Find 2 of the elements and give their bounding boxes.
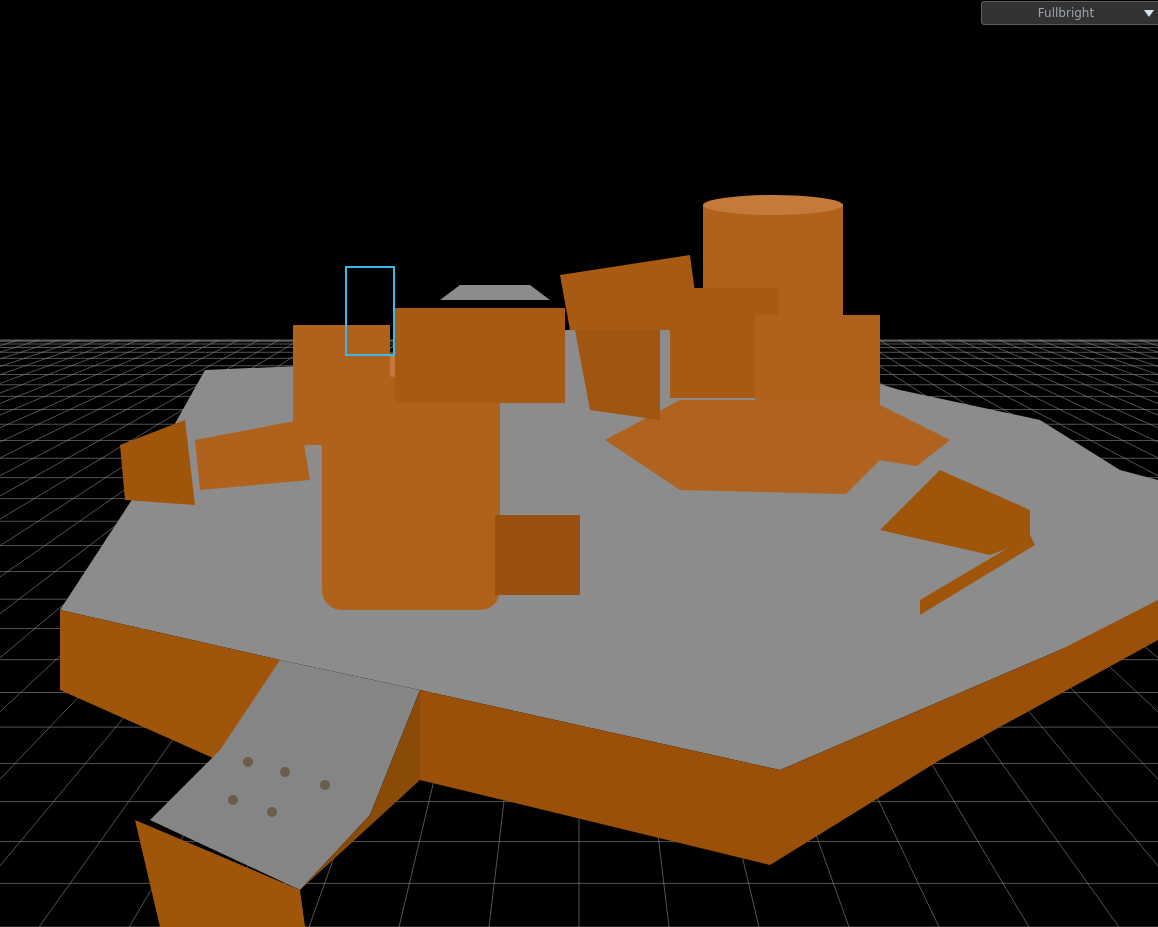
- caret-icon: [1144, 10, 1154, 17]
- render-mode-dropdown[interactable]: Fullbright: [981, 1, 1158, 25]
